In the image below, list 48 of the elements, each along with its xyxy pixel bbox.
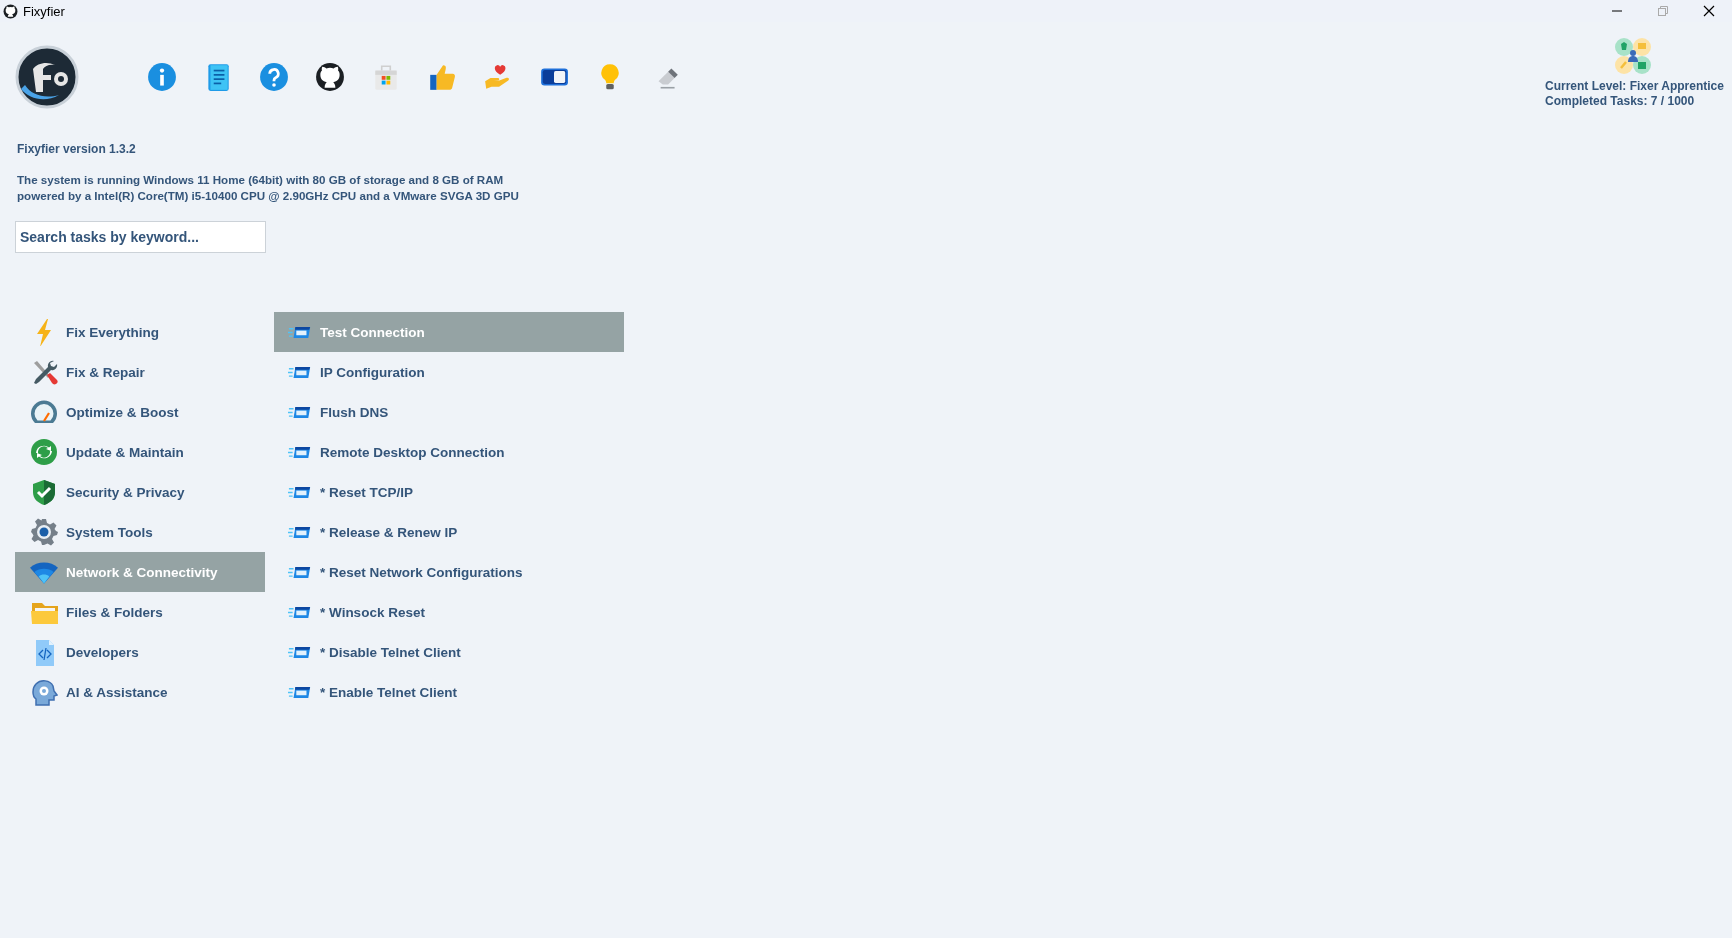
task-item[interactable]: * Disable Telnet Client (274, 632, 624, 672)
speedometer-icon (30, 398, 58, 426)
category-item[interactable]: Optimize & Boost (15, 392, 265, 432)
gear-icon (30, 518, 58, 546)
category-item[interactable]: System Tools (15, 512, 265, 552)
task-item[interactable]: * Reset TCP/IP (274, 472, 624, 512)
category-item[interactable]: AI & Assistance (15, 672, 265, 712)
task-item[interactable]: * Enable Telnet Client (274, 672, 624, 712)
completed-tasks-text: Completed Tasks: 7 / 1000 (1545, 94, 1696, 109)
category-item[interactable]: Fix & Repair (15, 352, 265, 392)
task-item[interactable]: * Winsock Reset (274, 592, 624, 632)
task-item[interactable]: Flush DNS (274, 392, 624, 432)
card-icon (288, 445, 312, 459)
card-icon (288, 605, 312, 619)
task-item[interactable]: * Release & Renew IP (274, 512, 624, 552)
info-icon[interactable] (147, 62, 177, 92)
category-item[interactable]: Security & Privacy (15, 472, 265, 512)
app-icon (3, 3, 18, 19)
thumbs-up-icon[interactable] (427, 62, 457, 92)
search-field[interactable]: Search tasks by keyword... (15, 221, 266, 253)
card-icon (288, 485, 312, 499)
card-icon (288, 565, 312, 579)
current-level-text: Current Level: Fixer Apprentice (1545, 79, 1725, 94)
shield-check-icon (30, 478, 58, 506)
card-icon (288, 685, 312, 699)
window-title: Fixyfier (23, 3, 65, 19)
card-icon (288, 525, 312, 539)
category-item[interactable]: Files & Folders (15, 592, 265, 632)
category-item[interactable]: Developers (15, 632, 265, 672)
version-text: Fixyfier version 1.3.2 (17, 142, 137, 156)
category-item[interactable]: Update & Maintain (15, 432, 265, 472)
category-item[interactable]: Fix Everything (15, 312, 265, 352)
head-gear-icon (30, 678, 58, 706)
system-info-text: powered by a Intel(R) Core(TM) i5-10400 CPU @ 2.90GHz CPU and a VMware SVGA 3D GPU (17, 187, 520, 203)
card-icon (288, 405, 312, 419)
task-item[interactable]: Remote Desktop Connection (274, 432, 624, 472)
app-logo (15, 45, 79, 109)
task-item[interactable]: * Reset Network Configurations (274, 552, 624, 592)
task-item[interactable]: IP Configuration (274, 352, 624, 392)
system-info-text: The system is running Windows 11 Home (64bit) with 80 GB of storage and 8 GB of RAM (17, 172, 505, 188)
cat-silhouette-icon[interactable] (315, 62, 345, 92)
achievement-icon (1613, 36, 1653, 76)
card-icon (288, 645, 312, 659)
card-icon (288, 325, 312, 339)
close-icon[interactable] (1703, 5, 1715, 17)
help-icon[interactable] (259, 62, 289, 92)
refresh-icon (30, 438, 58, 466)
card-icon (288, 365, 312, 379)
